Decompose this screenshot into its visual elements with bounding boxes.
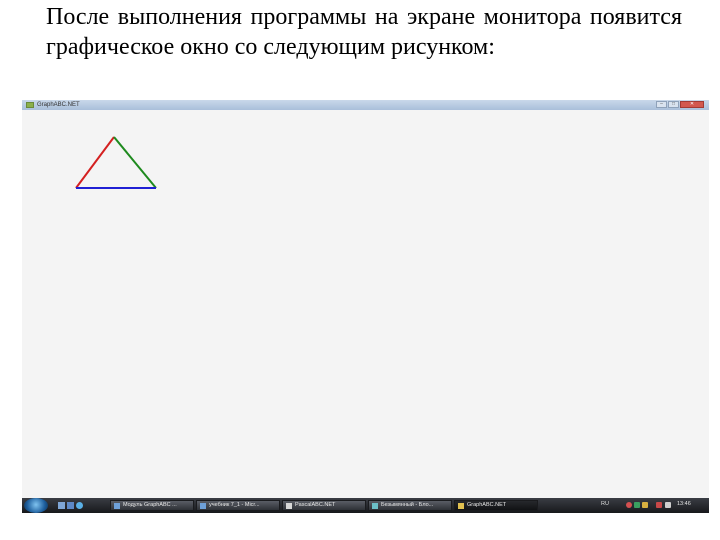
tray-app-icon[interactable] [642, 502, 648, 508]
graphabc-icon [458, 503, 464, 509]
taskbar-button-textbook[interactable]: учебник 7_1 - Micr... [196, 500, 280, 511]
show-desktop-icon[interactable] [58, 502, 65, 509]
system-clock[interactable]: 13:46 [677, 501, 691, 507]
windows-start-icon[interactable] [24, 498, 48, 513]
close-button[interactable]: ✕ [680, 101, 704, 108]
pascal-icon [286, 503, 292, 509]
window-title: GraphABC.NET [37, 102, 80, 108]
taskbar-button-pascalabc[interactable]: PascalABC.NET [282, 500, 366, 511]
window-title-bar[interactable]: GraphABC.NET – □ ✕ [22, 100, 709, 110]
volume-icon[interactable] [665, 502, 671, 508]
minimize-button[interactable]: – [656, 101, 667, 108]
taskbar-button-graphabc-module[interactable]: Модуль GraphABC ... [110, 500, 194, 511]
windows-taskbar: Модуль GraphABC ... учебник 7_1 - Micr..… [22, 498, 709, 513]
switch-windows-icon[interactable] [67, 502, 74, 509]
notepad-icon [372, 503, 378, 509]
screenshot-graphabc-window: GraphABC.NET – □ ✕ Модуль GraphABC ... у… [22, 100, 709, 513]
taskbar-button-notepad[interactable]: Безымянный - Бло... [368, 500, 452, 511]
network-icon[interactable] [634, 502, 640, 508]
internet-explorer-icon[interactable] [76, 502, 83, 509]
triangle-side-left [75, 136, 115, 189]
antivirus-icon[interactable] [626, 502, 632, 508]
triangle-side-right [113, 136, 157, 189]
graphics-canvas [75, 136, 157, 189]
word-icon [114, 503, 120, 509]
safely-remove-icon[interactable] [656, 502, 662, 508]
maximize-button[interactable]: □ [668, 101, 679, 108]
instruction-paragraph: После выполнения программы на экране мон… [46, 4, 682, 60]
taskbar-button-graphabc[interactable]: GraphABC.NET [454, 500, 538, 511]
word-icon [200, 503, 206, 509]
app-icon [26, 102, 34, 108]
language-indicator[interactable]: RU [601, 501, 609, 507]
